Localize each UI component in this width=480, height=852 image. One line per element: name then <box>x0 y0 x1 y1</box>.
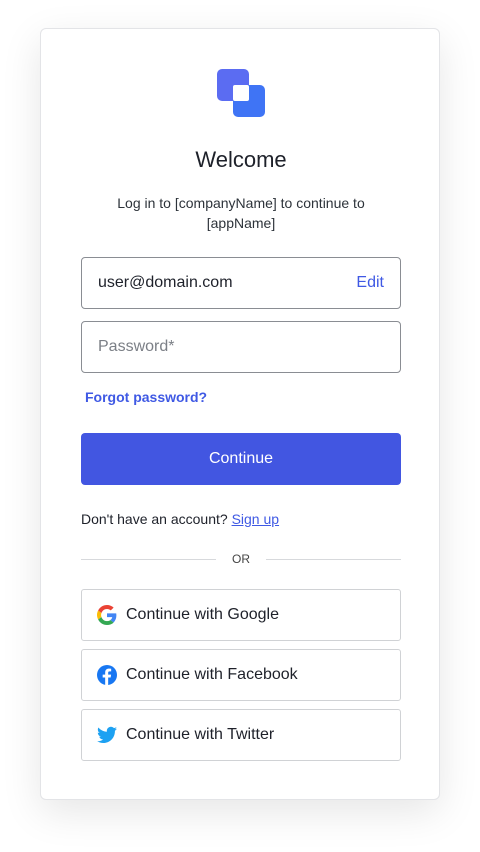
divider-label: OR <box>232 552 250 566</box>
edit-email-button[interactable]: Edit <box>356 274 384 292</box>
password-input[interactable] <box>98 338 384 356</box>
twitter-icon <box>96 724 118 746</box>
google-login-label: Continue with Google <box>126 606 279 623</box>
email-field[interactable]: user@domain.com Edit <box>81 257 401 309</box>
page-subtitle: Log in to [companyName] to continue to [… <box>117 195 365 231</box>
facebook-login-button[interactable]: Continue with Facebook <box>81 649 401 701</box>
google-login-button[interactable]: Continue with Google <box>81 589 401 641</box>
twitter-login-button[interactable]: Continue with Twitter <box>81 709 401 761</box>
signup-link[interactable]: Sign up <box>232 511 279 527</box>
forgot-password-link[interactable]: Forgot password? <box>85 389 207 405</box>
continue-button[interactable]: Continue <box>81 433 401 485</box>
google-icon <box>96 604 118 626</box>
divider-line-left <box>81 558 216 560</box>
page-title: Welcome <box>195 147 287 172</box>
twitter-login-label: Continue with Twitter <box>126 726 275 743</box>
signup-row: Don't have an account? Sign up <box>81 511 279 527</box>
facebook-login-label: Continue with Facebook <box>126 666 298 683</box>
or-divider: OR <box>81 549 401 569</box>
login-card: Welcome Log in to [companyName] to conti… <box>40 28 440 800</box>
signup-prompt: Don't have an account? <box>81 511 228 527</box>
logo-icon <box>216 68 266 118</box>
password-field[interactable] <box>81 321 401 373</box>
email-value: user@domain.com <box>98 274 233 291</box>
divider-line-right <box>266 558 401 560</box>
facebook-icon <box>96 664 118 686</box>
